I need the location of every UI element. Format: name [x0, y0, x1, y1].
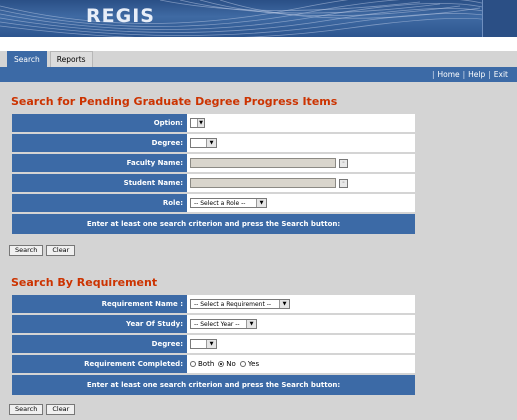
regis-logo: REGIS — [86, 5, 155, 27]
tab-strip: Search Reports — [7, 51, 93, 67]
requirement-search-heading: Search By Requirement — [11, 276, 158, 289]
option-row: Option: ▼ — [12, 114, 415, 132]
year-of-study-cell: -- Select Year -- ▼ — [186, 315, 415, 333]
faculty-name-cell: ◦ — [186, 154, 415, 172]
degree-row: Degree: ▼ — [12, 134, 415, 152]
requirement-degree-label: Degree: — [12, 335, 186, 353]
option-select[interactable]: ▼ — [190, 118, 205, 128]
header-spacer — [0, 37, 517, 51]
role-select-value: -- Select a Role -- — [194, 199, 246, 207]
nav-home-link[interactable]: Home — [437, 70, 459, 79]
faculty-name-input[interactable] — [190, 158, 336, 168]
requirement-completed-cell: Both No Yes — [186, 355, 415, 373]
student-name-row: Student Name: ◦ — [12, 174, 415, 192]
tab-reports[interactable]: Reports — [49, 51, 93, 67]
degree-cell: ▼ — [186, 134, 415, 152]
requirement-name-select[interactable]: -- Select a Requirement -- ▼ — [190, 299, 290, 309]
role-row: Role: -- Select a Role -- ▼ — [12, 194, 415, 212]
student-name-input[interactable] — [190, 178, 336, 188]
completed-yes-label: Yes — [247, 360, 260, 368]
banner-corner-block — [482, 0, 517, 37]
section2-buttons: Search Clear — [9, 404, 76, 415]
radio-unchecked-icon — [239, 361, 246, 367]
pending-items-search-form: Option: ▼ Degree: ▼ Faculty Name: ◦ Stud… — [12, 114, 415, 234]
chevron-down-icon: ▼ — [279, 300, 289, 308]
role-select[interactable]: -- Select a Role -- ▼ — [190, 198, 267, 208]
requirement-name-label: Requirement Name : — [12, 295, 186, 313]
requirement-name-cell: -- Select a Requirement -- ▼ — [186, 295, 415, 313]
requirement-search-instruction: Enter at least one search criterion and … — [12, 375, 415, 395]
faculty-name-label: Faculty Name: — [12, 154, 186, 172]
search-instruction: Enter at least one search criterion and … — [12, 214, 415, 234]
faculty-lookup-icon[interactable]: ◦ — [339, 158, 348, 168]
chevron-down-icon: ▼ — [256, 199, 266, 207]
requirement-completed-label: Requirement Completed: — [12, 355, 186, 373]
top-nav-bar: | Home | Help | Exit — [0, 67, 517, 82]
requirement-degree-select[interactable]: ▼ — [190, 339, 217, 349]
student-lookup-icon[interactable]: ◦ — [339, 178, 348, 188]
year-of-study-select-value: -- Select Year -- — [194, 320, 240, 328]
banner-swirl-graphic — [0, 0, 517, 37]
year-of-study-row: Year Of Study: -- Select Year -- ▼ — [12, 315, 415, 333]
year-of-study-select[interactable]: -- Select Year -- ▼ — [190, 319, 257, 329]
role-label: Role: — [12, 194, 186, 212]
completed-both-radio[interactable]: Both — [190, 360, 214, 368]
tab-search[interactable]: Search — [7, 51, 47, 67]
student-name-cell: ◦ — [186, 174, 415, 192]
pending-items-heading: Search for Pending Graduate Degree Progr… — [11, 95, 338, 108]
requirement-clear-button[interactable]: Clear — [46, 404, 76, 415]
requirement-name-row: Requirement Name : -- Select a Requireme… — [12, 295, 415, 313]
section1-buttons: Search Clear — [9, 245, 76, 256]
faculty-name-row: Faculty Name: ◦ — [12, 154, 415, 172]
option-cell: ▼ — [186, 114, 415, 132]
requirement-name-select-value: -- Select a Requirement -- — [194, 300, 272, 308]
chevron-down-icon: ▼ — [206, 139, 216, 147]
year-of-study-label: Year Of Study: — [12, 315, 186, 333]
nav-separator: | — [431, 70, 435, 79]
degree-select[interactable]: ▼ — [190, 138, 217, 148]
clear-button[interactable]: Clear — [46, 245, 76, 256]
header-banner: REGIS — [0, 0, 517, 37]
role-cell: -- Select a Role -- ▼ — [186, 194, 415, 212]
chevron-down-icon: ▼ — [206, 340, 216, 348]
requirement-completed-row: Requirement Completed: Both No Yes — [12, 355, 415, 373]
radio-checked-icon — [218, 361, 225, 367]
requirement-degree-cell: ▼ — [186, 335, 415, 353]
chevron-down-icon: ▼ — [246, 320, 256, 328]
nav-separator: | — [462, 70, 466, 79]
completed-yes-radio[interactable]: Yes — [239, 360, 260, 368]
radio-unchecked-icon — [190, 361, 196, 367]
chevron-down-icon: ▼ — [197, 119, 204, 127]
requirement-search-button[interactable]: Search — [9, 404, 44, 415]
completed-both-label: Both — [198, 360, 215, 368]
option-label: Option: — [12, 114, 186, 132]
nav-exit-link[interactable]: Exit — [494, 70, 508, 79]
completed-no-label: No — [226, 360, 236, 368]
requirement-search-form: Requirement Name : -- Select a Requireme… — [12, 295, 415, 395]
nav-help-link[interactable]: Help — [468, 70, 485, 79]
requirement-degree-row: Degree: ▼ — [12, 335, 415, 353]
search-button[interactable]: Search — [9, 245, 44, 256]
student-name-label: Student Name: — [12, 174, 186, 192]
nav-separator: | — [488, 70, 491, 79]
completed-no-radio[interactable]: No — [218, 360, 236, 368]
degree-label: Degree: — [12, 134, 186, 152]
